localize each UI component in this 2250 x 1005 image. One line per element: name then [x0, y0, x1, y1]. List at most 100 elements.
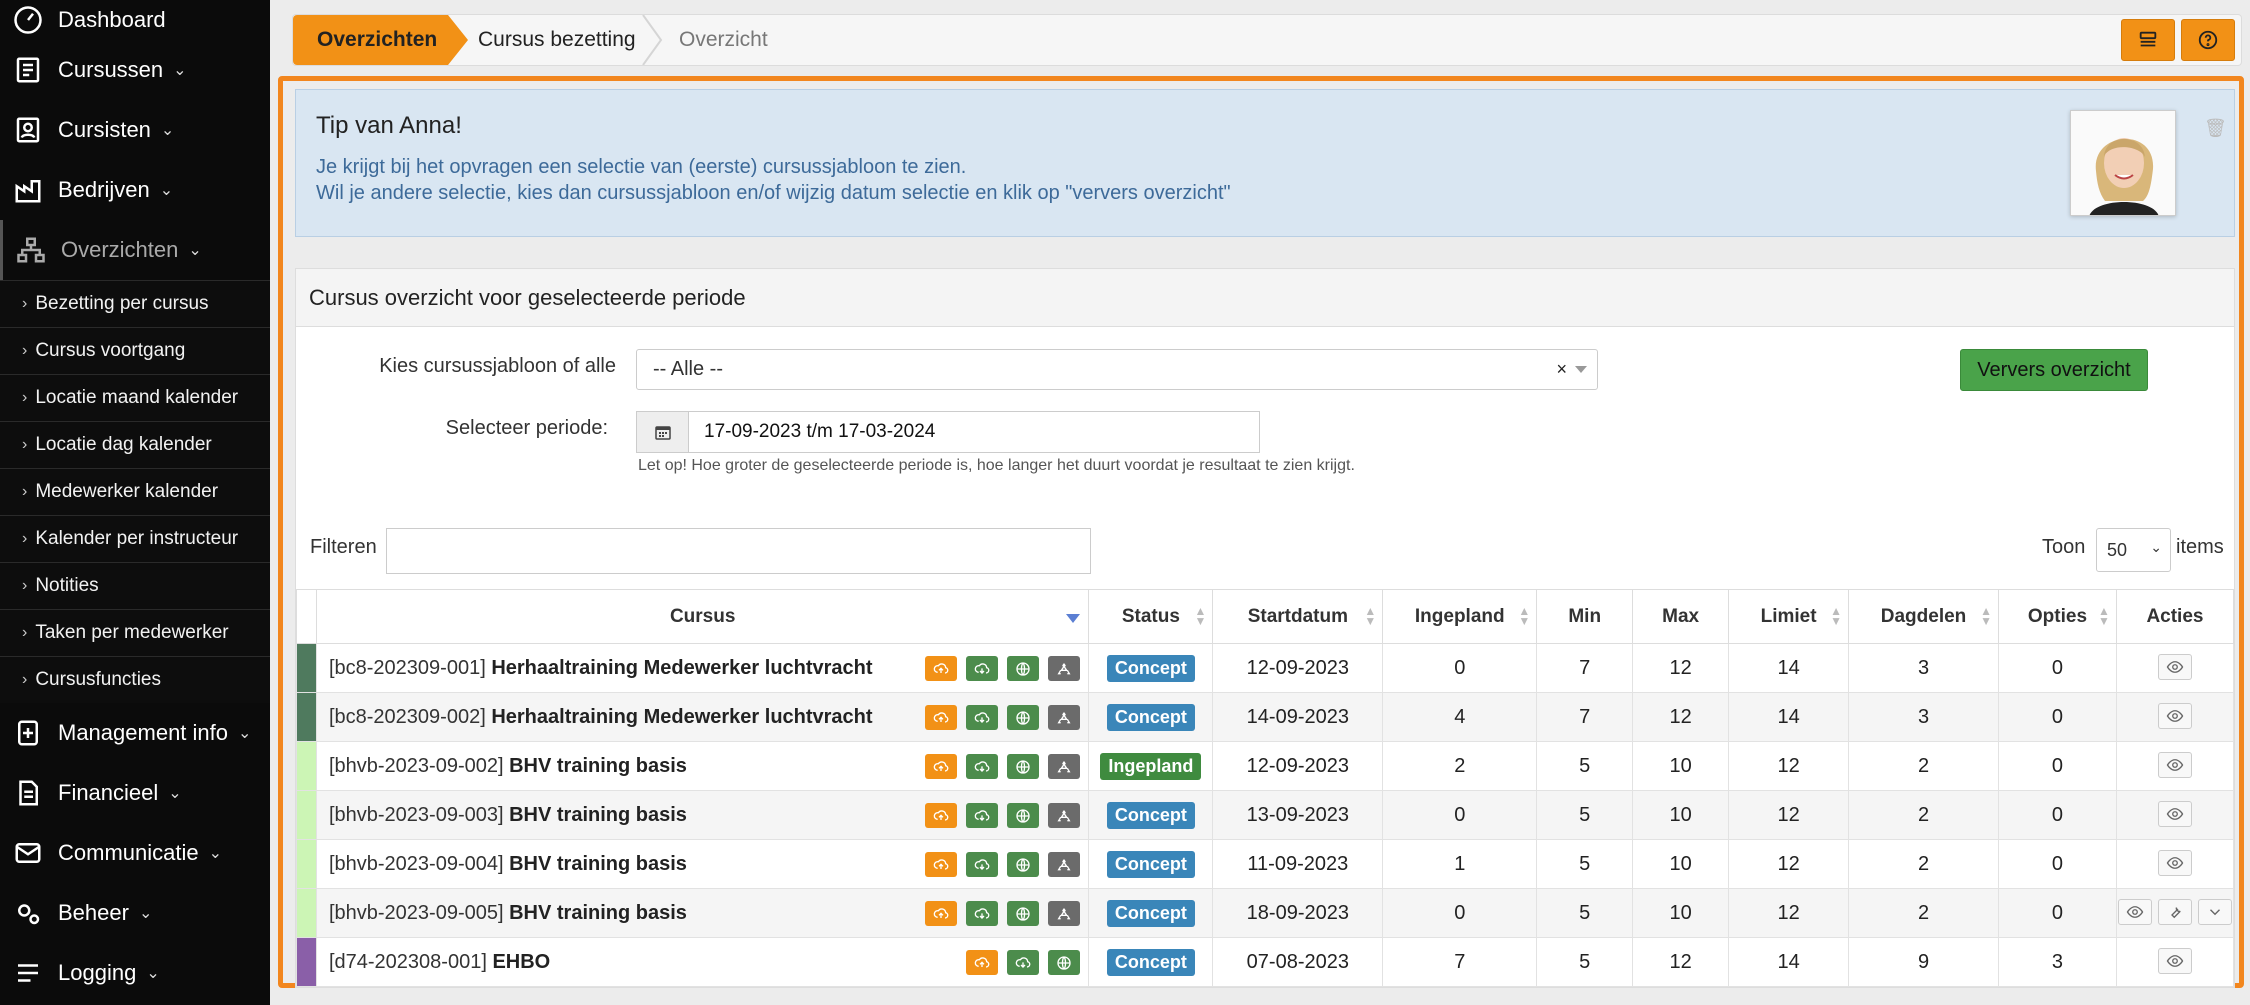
sub-item-label: Bezetting per cursus — [35, 293, 209, 314]
cloud-upload-icon[interactable] — [925, 705, 958, 730]
sub-item-cursusfuncties[interactable]: › Cursusfuncties — [0, 656, 270, 703]
sub-item-locatie-dag[interactable]: › Locatie dag kalender — [0, 421, 270, 468]
sub-item-voortgang[interactable]: › Cursus voortgang — [0, 327, 270, 374]
calendar-icon[interactable] — [637, 412, 689, 452]
view-button[interactable] — [2157, 801, 2192, 827]
course-cell[interactable]: [bc8-202309-002] Herhaaltraining Medewer… — [315, 692, 1090, 742]
period-input[interactable]: 17-09-2023 t/m 17-03-2024 — [689, 412, 1259, 452]
course-cell[interactable]: [d74-202308-001] EHBO — [315, 937, 1090, 987]
breadcrumb-cursus-bezetting[interactable]: Cursus bezetting — [478, 15, 636, 65]
sub-item-medewerker-kalender[interactable]: › Medewerker kalender — [0, 468, 270, 515]
view-button[interactable] — [2157, 850, 2192, 876]
header-min[interactable]: Min — [1536, 589, 1634, 644]
recycle-icon[interactable] — [1048, 901, 1081, 926]
header-dagdelen[interactable]: Dagdelen ▲ ▼ — [1848, 589, 1999, 644]
recycle-icon[interactable] — [1048, 656, 1081, 681]
cloud-download-icon[interactable] — [966, 705, 999, 730]
course-cell[interactable]: [bhvb-2023-09-005] BHV training basis — [315, 888, 1090, 938]
startdatum-cell: 13-09-2023 — [1212, 790, 1384, 840]
view-button[interactable] — [2157, 703, 2192, 729]
layout-toggle-button[interactable] — [2121, 19, 2175, 61]
header-startdatum[interactable]: Startdatum ▲ ▼ — [1212, 589, 1384, 644]
nav-bedrijven[interactable]: Bedrijven ⌄ — [0, 160, 270, 220]
course-name: BHV training basis — [509, 803, 687, 826]
course-name: Herhaaltraining Medewerker luchtvracht — [491, 705, 873, 728]
view-button[interactable] — [2117, 899, 2152, 925]
cloud-download-icon[interactable] — [966, 901, 999, 926]
template-select[interactable]: -- Alle -- × — [636, 349, 1598, 390]
globe-icon[interactable] — [1007, 656, 1040, 681]
cloud-upload-icon[interactable] — [966, 950, 999, 975]
cloud-upload-icon[interactable] — [925, 656, 958, 681]
recycle-icon[interactable] — [1048, 705, 1081, 730]
course-code: [bc8-202309-002] — [328, 705, 486, 728]
nav-cursussen[interactable]: Cursussen ⌄ — [0, 40, 270, 100]
settings-button[interactable] — [2157, 899, 2192, 925]
view-button[interactable] — [2157, 948, 2192, 974]
view-button[interactable] — [2157, 654, 2192, 680]
cloud-download-icon[interactable] — [966, 852, 999, 877]
cloud-download-icon[interactable] — [966, 656, 999, 681]
chevron-down-icon: ⌄ — [238, 725, 252, 742]
nav-beheer[interactable]: Beheer ⌄ — [0, 883, 270, 943]
cloud-upload-icon[interactable] — [925, 852, 958, 877]
clear-icon[interactable]: × — [1556, 359, 1567, 380]
sub-item-taken[interactable]: › Taken per medewerker — [0, 609, 270, 656]
chevron-down-icon: ⌄ — [168, 785, 182, 802]
header-ingepland[interactable]: Ingepland ▲ ▼ — [1382, 589, 1538, 644]
user-card-icon — [10, 112, 46, 148]
course-cell[interactable]: [bhvb-2023-09-004] BHV training basis — [315, 839, 1090, 889]
help-icon — [2198, 30, 2218, 50]
nav-dashboard[interactable]: Dashboard — [0, 0, 270, 40]
period-picker[interactable]: 17-09-2023 t/m 17-03-2024 — [636, 411, 1260, 453]
recycle-icon[interactable] — [1048, 852, 1081, 877]
table-row: [d74-202308-001] EHBO Concept 07-08-2023 7 5… — [296, 937, 2235, 987]
globe-icon[interactable] — [1007, 803, 1040, 828]
opties-cell: 0 — [1997, 741, 2117, 791]
header-max[interactable]: Max — [1632, 589, 1730, 644]
dagdelen-cell: 3 — [1848, 692, 1999, 742]
page-size-select[interactable]: 50 ⌄ — [2096, 528, 2171, 572]
header-limiet[interactable]: Limiet ▲ ▼ — [1728, 589, 1850, 644]
row-actions — [2157, 801, 2192, 827]
course-table: Cursus Status ▲ ▼ Startdatum ▲ ▼ Ingepland ▲ ▼… — [296, 589, 2235, 987]
course-cell[interactable]: [bhvb-2023-09-003] BHV training basis — [315, 790, 1090, 840]
header-status[interactable]: Status ▲ ▼ — [1088, 589, 1214, 644]
nav-management-info[interactable]: Management info ⌄ — [0, 703, 270, 763]
recycle-icon[interactable] — [1048, 754, 1081, 779]
cloud-download-icon[interactable] — [966, 754, 999, 779]
sub-item-locatie-maand[interactable]: › Locatie maand kalender — [0, 374, 270, 421]
trash-icon[interactable]: 🗑 — [2204, 118, 2227, 139]
nav-communicatie[interactable]: Communicatie ⌄ — [0, 823, 270, 883]
globe-icon[interactable] — [1007, 705, 1040, 730]
nav-cursisten[interactable]: Cursisten ⌄ — [0, 100, 270, 160]
nav-financieel[interactable]: Financieel ⌄ — [0, 763, 270, 823]
help-button[interactable] — [2181, 19, 2235, 61]
more-button[interactable] — [2197, 899, 2232, 925]
nav-overzichten[interactable]: Overzichten ⌄ — [0, 220, 270, 280]
sub-item-instructeur[interactable]: › Kalender per instructeur — [0, 515, 270, 562]
globe-icon[interactable] — [1048, 950, 1081, 975]
refresh-overview-button[interactable]: Ververs overzicht — [1960, 349, 2148, 391]
header-cursus[interactable]: Cursus — [315, 589, 1090, 644]
filter-input[interactable] — [386, 528, 1091, 574]
globe-icon[interactable] — [1007, 754, 1040, 779]
globe-icon[interactable] — [1007, 852, 1040, 877]
cloud-upload-icon[interactable] — [925, 901, 958, 926]
cloud-download-icon[interactable] — [966, 803, 999, 828]
sub-item-bezetting[interactable]: › Bezetting per cursus — [0, 280, 270, 327]
cloud-upload-icon[interactable] — [925, 803, 958, 828]
recycle-icon[interactable] — [1048, 803, 1081, 828]
sub-item-label: Taken per medewerker — [35, 622, 229, 643]
nav-logging[interactable]: Logging ⌄ — [0, 943, 270, 1003]
ingepland-cell: 4 — [1382, 692, 1538, 742]
cloud-upload-icon[interactable] — [925, 754, 958, 779]
header-opties[interactable]: Opties ▲ ▼ — [1997, 589, 2117, 644]
course-cell[interactable]: [bhvb-2023-09-002] BHV training basis — [315, 741, 1090, 791]
globe-icon[interactable] — [1007, 901, 1040, 926]
sub-item-notities[interactable]: › Notities — [0, 562, 270, 609]
cloud-download-icon[interactable] — [1007, 950, 1040, 975]
breadcrumb-overzichten[interactable]: Overzichten — [293, 15, 468, 65]
course-cell[interactable]: [bc8-202309-001] Herhaaltraining Medewer… — [315, 643, 1090, 693]
view-button[interactable] — [2157, 752, 2192, 778]
